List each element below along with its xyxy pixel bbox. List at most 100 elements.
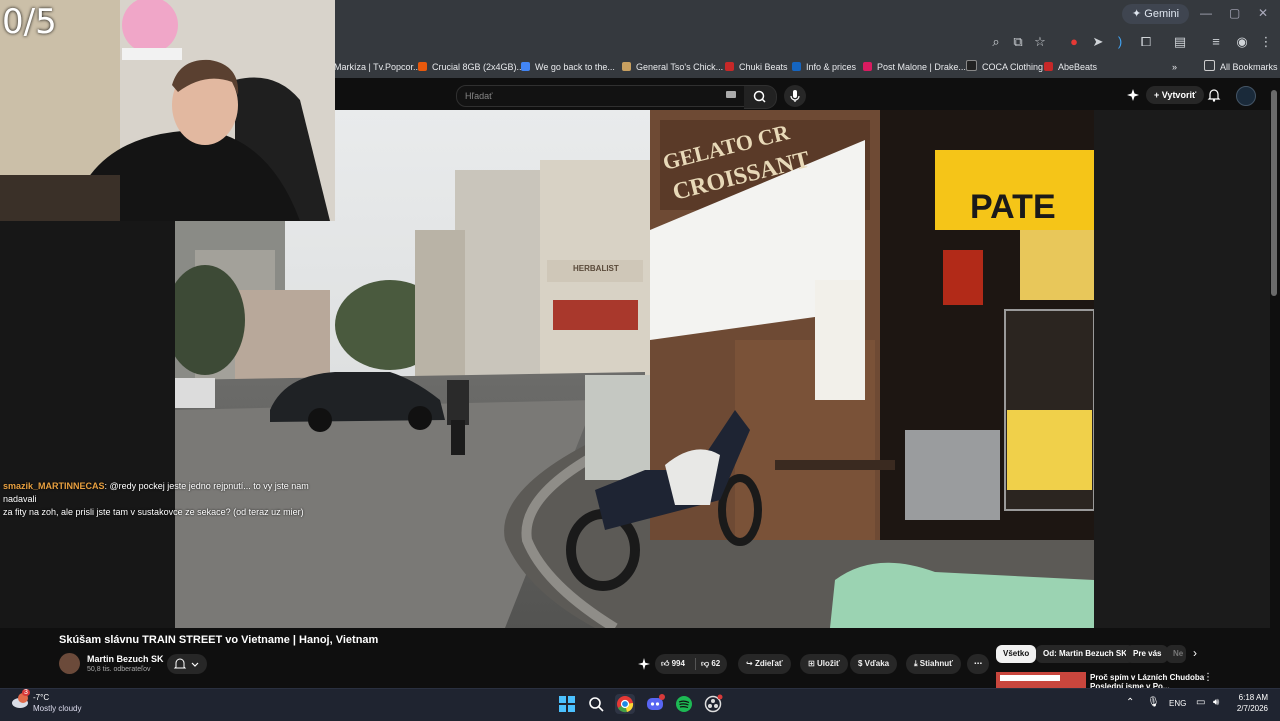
close-icon[interactable]: ✕ — [1258, 6, 1268, 20]
spotify-taskbar-icon[interactable] — [674, 694, 694, 714]
bell-icon — [173, 658, 199, 669]
bookmark-item[interactable]: General Tso's Chick... — [622, 56, 723, 78]
save-label: Uložiť — [816, 659, 840, 668]
tray-chevron-icon[interactable]: ⌃ — [1126, 697, 1134, 708]
bookmark-item[interactable]: Post Malone | Drake... — [863, 56, 966, 78]
bookmark-favicon-icon — [725, 62, 734, 71]
bookmark-item[interactable]: We go back to the... — [521, 56, 615, 78]
ask-sparkle-icon[interactable] — [638, 658, 650, 670]
bookmark-item[interactable]: Crucial 8GB (2x4GB)... — [418, 56, 524, 78]
bookmark-favicon-icon — [863, 62, 872, 71]
windows-start-icon[interactable] — [557, 694, 577, 714]
create-label: Vytvoriť — [1161, 90, 1197, 100]
like-count: 994 — [671, 659, 685, 668]
more-actions-button[interactable]: ⋯ — [967, 654, 989, 674]
keyboard-icon[interactable] — [726, 91, 736, 98]
bookmark-item[interactable]: AbeBeats — [1044, 56, 1097, 78]
account-avatar[interactable] — [1236, 86, 1256, 106]
bookmark-favicon-icon — [521, 62, 530, 71]
save-button[interactable]: ⊞ Uložiť — [800, 654, 848, 674]
chat-message: smazik_MARTINNECAS: @redy pockej jeste j… — [3, 480, 343, 506]
maximize-icon[interactable]: ▢ — [1229, 6, 1240, 20]
gemini-button[interactable]: ✦ Gemini — [1122, 4, 1190, 24]
bookmark-item[interactable]: Markíza | Tv.Popcor... — [334, 56, 421, 78]
thanks-button[interactable]: $ Vďaka — [850, 654, 898, 674]
plus-icon: + — [1154, 90, 1162, 100]
bookmark-favicon-icon — [622, 62, 631, 71]
weather-condition: Mostly cloudy — [33, 704, 82, 713]
chat-overlay: smazik_MARTINNECAS: @redy pockej jeste j… — [3, 480, 343, 519]
channel-avatar[interactable] — [59, 653, 80, 674]
bookmark-item[interactable]: Info & prices — [792, 56, 856, 78]
menu-dots-icon[interactable]: ⋮ — [1258, 34, 1274, 50]
bookmark-star-icon[interactable]: ☆ — [1032, 34, 1048, 50]
bookmark-item[interactable]: Chuki Beats — [725, 56, 788, 78]
subscribed-button[interactable] — [167, 654, 207, 674]
chat-username: smazik_MARTINNECAS — [3, 481, 105, 491]
bookmark-label: General Tso's Chick... — [636, 62, 724, 72]
page-scrollbar[interactable] — [1271, 90, 1277, 296]
recommendation-thumbnail[interactable] — [996, 672, 1086, 688]
thumbs-up-icon: 👍︎ — [661, 659, 670, 668]
more-dots-icon: ⋯ — [974, 659, 982, 668]
clock-date[interactable]: 2/7/2026 — [1232, 704, 1268, 713]
create-button[interactable]: + Vytvoriť — [1146, 86, 1205, 104]
language-indicator[interactable]: ENG — [1169, 699, 1186, 708]
obs-taskbar-icon[interactable] — [703, 694, 723, 714]
volume-icon[interactable]: 🔊︎ — [1213, 697, 1219, 708]
bookmark-label: Chuki Beats — [739, 62, 788, 72]
recommendation-title[interactable]: Proč spím v Lázních Chudoba? | — [1090, 673, 1205, 682]
profile-avatar-icon[interactable]: ◉ — [1234, 34, 1250, 50]
sparkle-icon[interactable] — [1126, 88, 1140, 102]
dislike-button[interactable]: 👎︎ 62 — [701, 654, 720, 674]
extension-opera-icon[interactable]: ● — [1066, 34, 1082, 50]
temperature: -7°C — [33, 693, 50, 702]
chrome-taskbar-icon[interactable] — [615, 694, 635, 714]
bookmark-label: Post Malone | Drake... — [877, 62, 966, 72]
theater-background — [1094, 110, 1270, 628]
bookmark-label: Info & prices — [806, 62, 857, 72]
clock-time[interactable]: 6:18 AM — [1236, 693, 1268, 702]
bookmark-item[interactable]: COCA Clothing — [966, 56, 1043, 78]
tray-mic-icon[interactable]: 🎙︎ — [1147, 697, 1160, 708]
download-button[interactable]: ⤓ Stiahnuť — [906, 654, 961, 674]
channel-name[interactable]: Martin Bezuch SK — [87, 654, 164, 664]
all-bookmarks[interactable]: All Bookmarks — [1204, 56, 1278, 78]
bookmark-favicon-icon — [792, 62, 801, 71]
voice-search-button[interactable] — [784, 85, 806, 107]
search-input[interactable] — [457, 86, 705, 106]
search-box[interactable] — [456, 85, 748, 107]
media-icon[interactable]: ≡ — [1208, 34, 1224, 50]
thanks-label: Vďaka — [864, 659, 890, 668]
extensions-icon[interactable]: ⧠ — [1138, 34, 1154, 50]
chip-for-you[interactable]: Pre vás — [1126, 645, 1169, 663]
bookmark-label: COCA Clothing — [982, 62, 1044, 72]
bookmark-favicon-icon — [1044, 62, 1053, 71]
zoom-icon[interactable]: ⌕ — [988, 34, 1004, 50]
stream-counter: 0/5 — [2, 2, 57, 42]
bookmarks-overflow-icon[interactable]: » — [1172, 56, 1177, 78]
discord-taskbar-icon[interactable] — [645, 694, 665, 714]
chip-from-channel[interactable]: Od: Martin Bezuch SK — [1036, 645, 1135, 663]
extension-arrow-icon[interactable]: ➤ — [1090, 34, 1106, 50]
notifications-bell-icon[interactable] — [1207, 88, 1221, 102]
video-title: Skúšam slávnu TRAIN STREET vo Vietname |… — [59, 634, 379, 646]
microphone-icon — [790, 90, 800, 102]
share-icon: ↪ — [746, 659, 755, 668]
chip-partial[interactable]: Ne — [1166, 645, 1186, 663]
search-button[interactable] — [744, 85, 777, 109]
share-button[interactable]: ↪ Zdieľať — [738, 654, 791, 674]
like-button[interactable]: 👍︎ 994 — [661, 654, 685, 674]
search-taskbar-icon[interactable] — [586, 694, 606, 714]
chevron-right-icon[interactable]: › — [1193, 646, 1197, 660]
side-panel-icon[interactable]: ▤ — [1172, 34, 1188, 50]
thanks-icon: $ — [858, 659, 865, 668]
minimize-icon[interactable]: — — [1200, 6, 1212, 20]
bookmark-label: Markíza | Tv.Popcor... — [334, 62, 421, 72]
recommendation-menu-icon[interactable]: ⋮ — [1203, 672, 1213, 683]
extension-wave-icon[interactable]: ) — [1112, 34, 1128, 50]
network-icon[interactable]: ▭ — [1196, 697, 1205, 708]
install-app-icon[interactable]: ⧉ — [1010, 34, 1026, 50]
bookmark-label: Crucial 8GB (2x4GB)... — [432, 62, 525, 72]
chip-all[interactable]: Všetko — [996, 645, 1037, 663]
